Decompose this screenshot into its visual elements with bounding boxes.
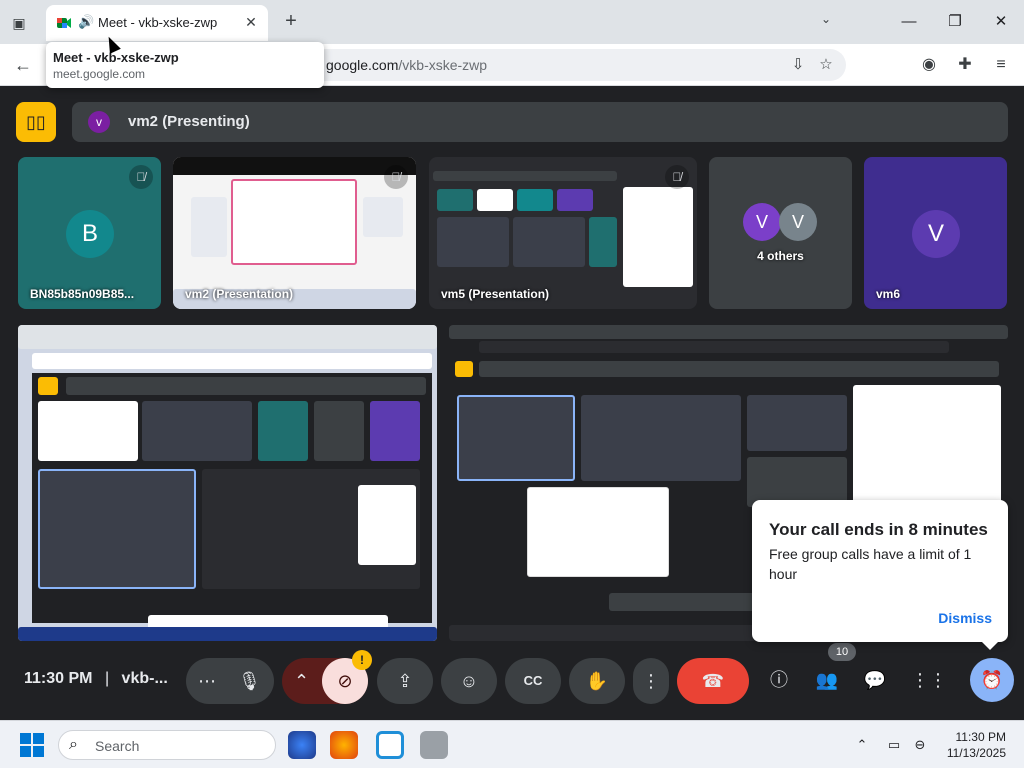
main-presentation-tile-left[interactable] (18, 325, 437, 641)
presenter-pill[interactable]: v vm2 (Presenting) (72, 102, 1008, 142)
call-limit-toast: Your call ends in 8 minutes Free group c… (752, 500, 1008, 642)
meet-stage: ▯▯ v vm2 (Presenting) 🎙̸ B BN85b85n09B85… (0, 86, 1024, 720)
back-arrow-icon[interactable]: ← (12, 54, 34, 76)
tab-close-icon[interactable]: ✕ (242, 13, 260, 31)
activities-grid-icon[interactable]: ⋮⋮ (911, 668, 947, 692)
others-tile[interactable]: V V 4 others (709, 157, 852, 309)
emoji-reaction-button[interactable]: ☺ (441, 658, 497, 704)
tray-network-icon[interactable]: ⊖ (910, 735, 930, 755)
present-screen-button[interactable]: ⇪ (377, 658, 433, 704)
more-audio-options-icon[interactable]: ⋯ (198, 658, 216, 704)
close-window-button[interactable]: ✕ (988, 10, 1014, 34)
windows-start-icon[interactable] (20, 733, 44, 757)
mic-muted-icon: 🎙̸ (665, 165, 689, 189)
participant-name: vm6 (876, 287, 901, 301)
raise-hand-button[interactable]: ✋ (569, 658, 625, 704)
participant-tile-bn85[interactable]: 🎙̸ B BN85b85n09B85... (18, 157, 161, 309)
captions-button[interactable]: CC (505, 658, 561, 704)
tab-hover-tooltip: Meet - vkb-xske-zwp meet.google.com (46, 42, 324, 88)
minimize-button[interactable]: — (896, 10, 922, 34)
tray-display-icon[interactable]: ▭ (884, 735, 904, 755)
extensions-icon[interactable]: ✚ (954, 54, 976, 76)
participant-name: vm5 (Presentation) (441, 287, 550, 301)
toast-body: Free group calls have a limit of 1 hour (769, 546, 972, 582)
avatar: B (66, 210, 114, 258)
address-url: google.com/vkb-xske-zwp (326, 57, 488, 73)
layout-toggle-icon[interactable]: ▯▯ (16, 102, 56, 142)
maximize-button[interactable]: ❐ (942, 10, 968, 34)
participant-name: vm2 (Presentation) (185, 287, 294, 301)
more-options-button[interactable]: ⋮ (633, 658, 669, 704)
avatar: V (743, 203, 781, 241)
toast-title: Your call ends in 8 minutes (769, 520, 988, 539)
windows-taskbar: ⌕ Search ⌃ ▭ ⊖ 11:30 PM 11/13/2025 (0, 720, 1024, 768)
camera-options-chevron-icon[interactable]: ⌃ (294, 658, 309, 704)
dismiss-button[interactable]: Dismiss (938, 610, 992, 626)
tooltip-url: meet.google.com (53, 67, 146, 81)
tab-title: Meet - vkb-xske-zwp (98, 15, 218, 30)
search-placeholder: Search (95, 738, 140, 754)
tray-chevron-up-icon[interactable]: ⌃ (852, 735, 872, 755)
meet-favicon-icon (57, 18, 71, 28)
camera-warning-badge: ! (352, 650, 372, 670)
profile-icon[interactable]: ◉ (918, 54, 940, 76)
search-icon: ⌕ (69, 736, 78, 753)
meeting-clock: 11:30 PM | vkb-... (24, 670, 168, 687)
presentation-tile-vm5[interactable]: 🎙̸ vm5 (Presentation) (429, 157, 697, 309)
presenter-label: vm2 (Presenting) (128, 113, 250, 130)
bookmark-star-icon[interactable]: ☆ (816, 55, 836, 75)
meeting-info-icon[interactable]: ⓘ (767, 668, 791, 692)
toast-pointer (980, 640, 1000, 650)
taskbar-search-input[interactable]: ⌕ Search (58, 730, 276, 760)
tab-list-chevron-icon[interactable]: ⌄ (816, 12, 836, 32)
avatar: V (779, 203, 817, 241)
people-count-badge: 10 (828, 643, 856, 661)
tab-audio-icon[interactable]: 🔊 (78, 14, 94, 30)
new-tab-button[interactable]: + (280, 11, 302, 33)
mic-muted-icon: 🎙̸ (384, 165, 408, 189)
taskbar-firefox-icon[interactable] (330, 731, 358, 759)
microphone-icon[interactable]: 🎙 (238, 658, 261, 704)
tooltip-title: Meet - vkb-xske-zwp (53, 50, 179, 65)
participant-name: BN85b85n09B85... (30, 287, 135, 301)
presenter-avatar: v (88, 111, 110, 133)
taskbar-clock[interactable]: 11:30 PM 11/13/2025 (947, 729, 1006, 761)
end-call-button[interactable]: ☎ (677, 658, 749, 704)
call-timer-icon[interactable]: ⏰ (970, 658, 1014, 702)
browser-tabstrip: ▣ 🔊 Meet - vkb-xske-zwp ✕ + ⌄ — ❐ ✕ (0, 0, 1024, 44)
avatar: V (912, 210, 960, 258)
people-icon[interactable]: 👥 (815, 668, 839, 692)
participant-tile-vm6[interactable]: V vm6 (864, 157, 1007, 309)
tab-search-icon[interactable]: ▣ (8, 12, 30, 34)
mic-control: ⋯ 🎙 (186, 658, 274, 704)
taskbar-app-tool-icon[interactable] (420, 731, 448, 759)
install-app-icon[interactable]: ⇩ (788, 55, 808, 75)
browser-tab-meet[interactable]: 🔊 Meet - vkb-xske-zwp ✕ (46, 5, 268, 41)
presenter-bar: ▯▯ v vm2 (Presenting) (16, 102, 1008, 142)
presentation-tile-vm2[interactable]: 🎙̸ vm2 (Presentation) (173, 157, 416, 309)
taskbar-app-window-icon[interactable] (376, 731, 404, 759)
taskbar-app-globe-icon[interactable] (288, 731, 316, 759)
meeting-code: vkb-... (121, 670, 168, 687)
chat-icon[interactable]: 💬 (863, 668, 887, 692)
menu-icon[interactable]: ≡ (990, 54, 1012, 76)
others-count-label: 4 others (757, 249, 804, 263)
meeting-controls: 11:30 PM | vkb-... ⋯ 🎙 ⌃ ⊘ ! ⇪ ☺ CC ✋ ⋮ … (0, 643, 1024, 720)
mic-muted-icon: 🎙̸ (129, 165, 153, 189)
